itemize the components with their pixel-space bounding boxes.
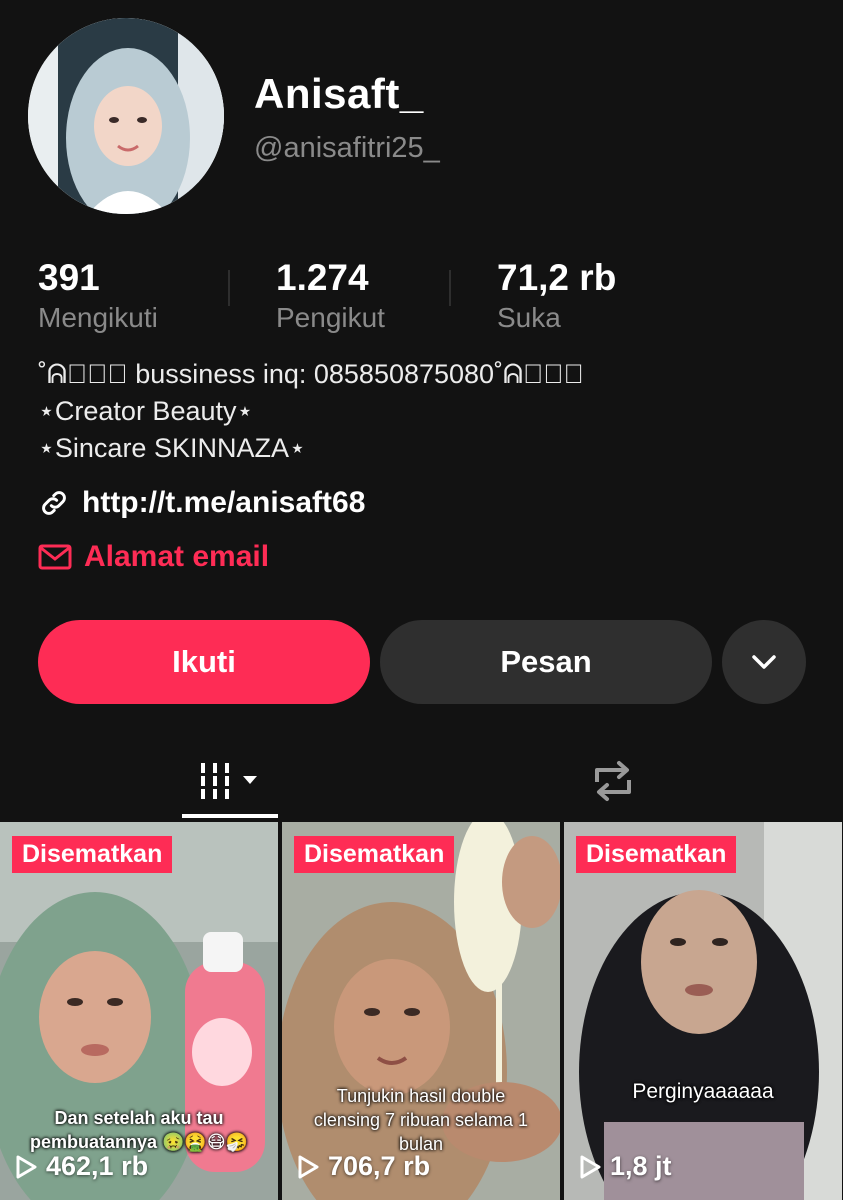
play-icon [16,1155,37,1178]
email-text: Alamat email [84,540,270,573]
video-caption: Dan setelah aku tau pembuatannya 🤢🤮😷🤧 [29,1108,249,1152]
stat-followers[interactable]: 1.274 Pengikut [276,256,385,334]
display-name: Anisaft_ [254,70,424,117]
following-label: Mengikuti [38,302,158,333]
stat-divider [449,270,451,306]
view-count: 706,7 rb [296,1151,430,1182]
link-icon [42,491,66,515]
bio-line: ⋆Creator Beauty⋆ [38,396,254,426]
stat-divider [228,270,230,306]
view-count-text: 1,8 jt [610,1151,672,1181]
video-tile[interactable]: Disematkan Tunjukin hasil double clensin… [282,822,560,1200]
play-icon [580,1155,601,1178]
profile-avatar[interactable] [28,18,224,214]
link-text: http://t.me/anisaft68 [82,486,366,519]
view-count-text: 462,1 rb [46,1151,149,1181]
video-tile[interactable]: Disematkan Perginyaaaaaa 1,8 jt [564,822,842,1200]
avatar-image [28,18,224,214]
tab-videos[interactable] [180,746,280,816]
view-count: 1,8 jt [578,1151,672,1182]
pinned-badge: Disematkan [294,836,455,873]
pinned-badge: Disematkan [12,836,173,873]
video-thumbnail [564,822,842,1200]
grid-icon [201,763,257,799]
follow-button[interactable]: Ikuti [38,620,370,704]
profile-bio: ˚ᕱ⑅ᕱ゚ bussiness inq: 085850875080˚ᕱ⑅ᕱ゚ ⋆… [38,356,584,467]
pinned-badge: Disematkan [576,836,737,873]
message-button[interactable]: Pesan [380,620,712,704]
profile-link[interactable]: http://t.me/anisaft68 [38,486,365,520]
mail-icon [38,544,72,570]
play-icon [298,1155,319,1178]
video-caption: Tunjukin hasil double clensing 7 ribuan … [313,1086,529,1154]
followers-label: Pengikut [276,302,385,333]
stat-following[interactable]: 391 Mengikuti [38,256,158,334]
video-caption: Perginyaaaaaa [632,1080,774,1103]
video-grid: Disematkan Dan setelah aku tau pembuatan… [0,822,843,1200]
bio-line: ⋆Sincare SKINNAZA⋆ [38,433,306,463]
stat-likes: 71,2 rb Suka [497,256,616,334]
tab-reposts[interactable] [563,746,663,816]
repost-icon [595,761,631,801]
video-tile[interactable]: Disematkan Dan setelah aku tau pembuatan… [0,822,278,1200]
username: @anisafitri25_ [254,132,440,164]
followers-count: 1.274 [276,257,369,298]
chevron-down-icon [752,655,776,669]
bio-line: ˚ᕱ⑅ᕱ゚ bussiness inq: 085850875080˚ᕱ⑅ᕱ゚ [38,359,584,389]
email-link[interactable]: Alamat email [38,540,269,574]
likes-count: 71,2 rb [497,257,617,298]
likes-label: Suka [497,302,561,333]
view-count: 462,1 rb [14,1151,148,1182]
following-count: 391 [38,257,100,298]
active-tab-indicator [182,814,278,818]
view-count-text: 706,7 rb [328,1151,431,1181]
more-options-button[interactable] [722,620,806,704]
